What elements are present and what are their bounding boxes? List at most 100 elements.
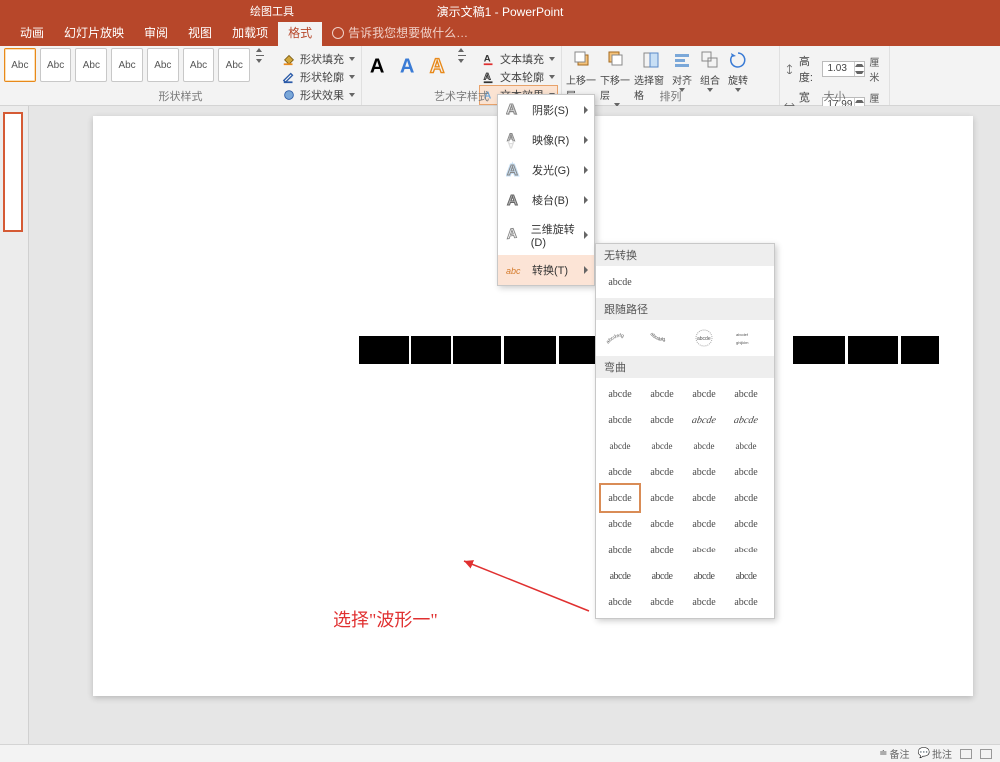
transform-item-warp[interactable]: abcde bbox=[604, 462, 636, 482]
notes-button[interactable]: ≐备注 bbox=[879, 746, 909, 761]
shadow-a-icon: AA bbox=[506, 101, 524, 119]
text-char-box[interactable] bbox=[848, 336, 898, 364]
transform-item-warp[interactable]: abcde bbox=[604, 384, 636, 404]
text-char-box[interactable] bbox=[504, 336, 556, 364]
shape-style-item[interactable]: Abc bbox=[4, 48, 36, 82]
transform-abc-icon: abc bbox=[506, 261, 524, 279]
group-shape-styles: Abc Abc Abc Abc Abc Abc Abc 形状填充 bbox=[0, 46, 362, 105]
shape-style-more[interactable] bbox=[256, 48, 270, 63]
menu-item-3d-rotation[interactable]: A 三维旋转(D) bbox=[498, 215, 594, 255]
transform-item-warp[interactable]: abcde bbox=[646, 410, 678, 430]
transform-item-warp[interactable]: abcde bbox=[688, 566, 720, 586]
shape-style-item[interactable]: Abc bbox=[111, 48, 143, 82]
transform-item-warp[interactable]: abcde bbox=[730, 514, 762, 534]
group-button[interactable]: 组合 bbox=[696, 48, 724, 92]
rotate-button[interactable]: 旋转 bbox=[724, 48, 752, 92]
transform-item-warp[interactable]: abcde bbox=[646, 592, 678, 612]
status-bar: ≐备注 💬批注 bbox=[0, 744, 1000, 762]
transform-item-warp[interactable]: abcde bbox=[604, 566, 636, 586]
tab-view[interactable]: 视图 bbox=[178, 20, 222, 46]
shape-style-item[interactable]: Abc bbox=[218, 48, 250, 82]
menu-item-transform[interactable]: abc 转换(T) bbox=[498, 255, 594, 285]
align-button[interactable]: 对齐 bbox=[668, 48, 696, 92]
transform-item-path[interactable]: abcdefg bbox=[604, 326, 636, 350]
title-bar: 绘图工具 演示文稿1 - PowerPoint bbox=[0, 0, 1000, 22]
transform-item-warp[interactable]: abcde bbox=[604, 514, 636, 534]
text-outline-button[interactable]: A 文本轮廓 bbox=[480, 68, 557, 86]
sorter-view-icon[interactable] bbox=[980, 749, 992, 759]
transform-item-warp[interactable]: abcde bbox=[604, 540, 636, 560]
transform-gallery: 无转换 abcde 跟随路径 abcdefg abcdefg abcde abc… bbox=[595, 243, 775, 619]
text-char-box[interactable] bbox=[901, 336, 939, 364]
transform-item-path[interactable]: abcde bbox=[688, 326, 720, 350]
transform-item-warp[interactable]: abcde bbox=[730, 543, 762, 557]
normal-view-icon[interactable] bbox=[960, 749, 972, 759]
svg-text:abcdefg: abcdefg bbox=[605, 333, 624, 345]
transform-item-warp[interactable]: abcde bbox=[688, 592, 720, 612]
transform-item-warp[interactable]: abcde bbox=[688, 488, 720, 508]
wordart-style-item[interactable]: A bbox=[366, 48, 392, 82]
shape-style-item[interactable]: Abc bbox=[183, 48, 215, 82]
transform-item-warp[interactable]: abcde bbox=[646, 436, 678, 456]
transform-item-warp[interactable]: abcde bbox=[646, 462, 678, 482]
tab-slideshow[interactable]: 幻灯片放映 bbox=[54, 20, 134, 46]
slide-thumbnail-pane[interactable] bbox=[0, 106, 29, 762]
text-fill-button[interactable]: A 文本填充 bbox=[480, 50, 557, 68]
transform-item-warp[interactable]: abcde bbox=[604, 436, 636, 456]
transform-item-warp[interactable]: abcde bbox=[730, 384, 762, 404]
transform-item-warp[interactable]: abcde bbox=[688, 543, 720, 557]
transform-item-warp[interactable]: abcde bbox=[646, 540, 678, 560]
transform-item-warp[interactable]: abcde bbox=[604, 592, 636, 612]
transform-item-warp[interactable]: abcde bbox=[646, 488, 678, 508]
transform-item-warp[interactable]: abcde bbox=[688, 514, 720, 534]
shape-outline-button[interactable]: 形状轮廓 bbox=[280, 68, 357, 86]
transform-item-warp[interactable]: abcde bbox=[688, 462, 720, 482]
tab-animation[interactable]: 动画 bbox=[10, 20, 54, 46]
wordart-style-item[interactable]: A bbox=[396, 48, 422, 82]
transform-item-warp[interactable]: abcde bbox=[728, 410, 764, 430]
transform-item-warp[interactable]: abcde bbox=[730, 592, 762, 612]
transform-item-warp[interactable]: abcde bbox=[730, 462, 762, 482]
wordart-more[interactable] bbox=[458, 48, 472, 63]
menu-item-shadow[interactable]: AA 阴影(S) bbox=[498, 95, 594, 125]
selection-pane-icon bbox=[641, 50, 661, 70]
tab-addins[interactable]: 加载项 bbox=[222, 20, 278, 46]
annotation-arrow bbox=[459, 556, 599, 616]
transform-item-warp[interactable]: abcde bbox=[730, 488, 762, 508]
text-char-box[interactable] bbox=[359, 336, 409, 364]
transform-item-warp[interactable]: abcde bbox=[646, 514, 678, 534]
slide-thumbnail[interactable] bbox=[3, 112, 23, 232]
comments-button[interactable]: 💬批注 bbox=[918, 746, 952, 761]
tab-format[interactable]: 格式 bbox=[278, 20, 322, 46]
transform-item-warp[interactable]: abcde bbox=[646, 566, 678, 586]
transform-item-warp[interactable]: abcde bbox=[730, 436, 762, 456]
transform-item-warp[interactable]: abcde bbox=[646, 384, 678, 404]
shape-style-item[interactable]: Abc bbox=[147, 48, 179, 82]
text-outline-icon: A bbox=[482, 70, 496, 84]
wordart-style-item[interactable]: A bbox=[426, 48, 452, 82]
menu-item-glow[interactable]: AA 发光(G) bbox=[498, 155, 594, 185]
text-char-box[interactable] bbox=[453, 336, 501, 364]
menu-item-bevel[interactable]: A 棱台(B) bbox=[498, 185, 594, 215]
pen-icon bbox=[282, 70, 296, 84]
tab-review[interactable]: 审阅 bbox=[134, 20, 178, 46]
transform-item-warp[interactable]: abcde bbox=[730, 566, 762, 586]
menu-item-reflection[interactable]: AA 映像(R) bbox=[498, 125, 594, 155]
svg-text:abcde: abcde bbox=[697, 336, 711, 342]
transform-item-warp[interactable]: abcde bbox=[688, 436, 720, 456]
shape-style-item[interactable]: Abc bbox=[40, 48, 72, 82]
transform-item-warp[interactable]: abcde bbox=[604, 410, 636, 430]
transform-item-warp[interactable]: abcde bbox=[686, 410, 722, 430]
shape-fill-button[interactable]: 形状填充 bbox=[280, 50, 357, 68]
text-char-box[interactable] bbox=[793, 336, 845, 364]
tell-me[interactable]: 告诉我您想要做什么… bbox=[332, 20, 468, 46]
transform-item-path[interactable]: abcdefg bbox=[646, 326, 678, 350]
transform-item-warp[interactable]: abcde bbox=[688, 384, 720, 404]
transform-item-path[interactable]: abcdefghijklm bbox=[730, 326, 762, 350]
transform-item-warp[interactable]: abcde bbox=[604, 488, 636, 508]
transform-item-none[interactable]: abcde bbox=[604, 272, 636, 292]
shape-style-item[interactable]: Abc bbox=[75, 48, 107, 82]
height-input[interactable]: 1.03 bbox=[822, 61, 865, 77]
text-char-box[interactable] bbox=[411, 336, 451, 364]
svg-text:A: A bbox=[400, 55, 415, 77]
